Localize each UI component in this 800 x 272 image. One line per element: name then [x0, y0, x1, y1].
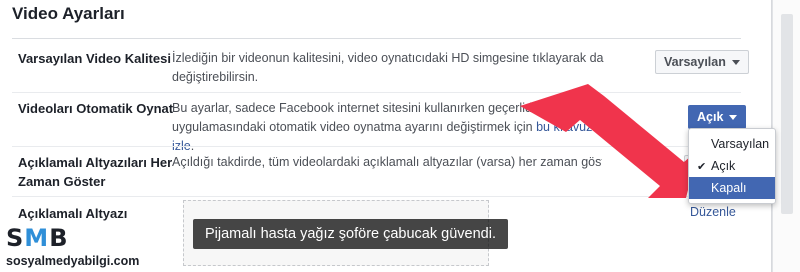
autoplay-dropdown-menu: Varsayılan ✔ Açık Kapalı: [688, 128, 776, 204]
check-icon: ✔: [697, 160, 707, 173]
logo-letter: S: [6, 224, 25, 252]
caption-preview-text: Pijamalı hasta yağız şoföre çabucak güve…: [193, 219, 508, 249]
dropdown-option-on[interactable]: ✔ Açık: [689, 155, 775, 177]
logo-letter: M: [24, 224, 50, 252]
logo-letter: B: [49, 224, 69, 252]
arrow-shape: [520, 84, 698, 198]
dropdown-option-default[interactable]: Varsayılan: [689, 133, 775, 155]
option-label: Varsayılan: [711, 137, 770, 151]
watermark-logo: SMB sosyalmedyabilgi.com: [0, 224, 178, 272]
logo-mark: SMB: [6, 225, 68, 251]
option-label: Kapalı: [711, 181, 747, 195]
dropdown-option-off[interactable]: Kapalı: [689, 177, 775, 199]
option-label: Açık: [711, 159, 736, 173]
logo-site-text: sosyalmedyabilgi.com: [6, 254, 140, 268]
